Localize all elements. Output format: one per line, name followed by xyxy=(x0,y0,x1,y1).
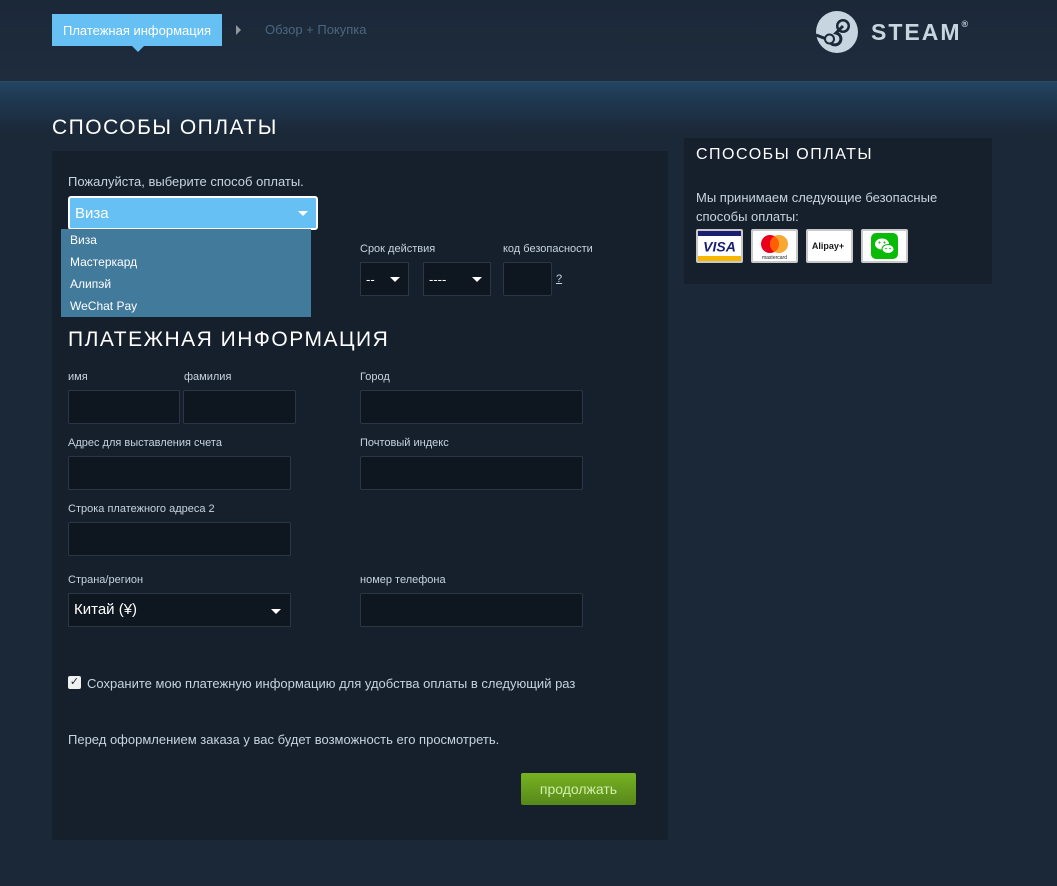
dropdown-option-alipay[interactable]: Алипэй xyxy=(61,273,311,295)
first-name-input[interactable] xyxy=(68,390,180,424)
billing-address2-input[interactable] xyxy=(68,522,291,556)
chevron-down-icon xyxy=(298,211,308,216)
visa-card-icon: VISA xyxy=(696,229,743,263)
dropdown-option-wechat-pay[interactable]: WeChat Pay xyxy=(61,295,311,317)
security-code-help-link[interactable]: ? xyxy=(556,273,562,285)
review-note: Перед оформлением заказа у вас будет воз… xyxy=(68,732,500,747)
chevron-down-icon xyxy=(390,277,400,282)
zip-input[interactable] xyxy=(360,456,583,490)
visa-logo-text: VISA xyxy=(703,239,736,255)
wechat-pay-card-icon xyxy=(861,229,908,263)
chevron-down-icon xyxy=(472,277,482,282)
security-code-input[interactable] xyxy=(503,262,552,296)
save-info-checkbox[interactable]: ✓ xyxy=(68,676,81,689)
payment-method-dropdown: Виза Мастеркард Алипэй WeChat Pay xyxy=(61,229,311,317)
steam-logo: STEAM® xyxy=(815,10,968,54)
zip-label: Почтовый индекс xyxy=(360,437,449,449)
step-review-purchase: Обзор + Покупка xyxy=(265,22,367,37)
billing-address-label: Адрес для выставления счета xyxy=(68,437,222,449)
country-value: Китай (¥) xyxy=(74,601,138,618)
payment-method-value: Виза xyxy=(75,205,109,222)
accepted-methods-title: СПОСОБЫ ОПЛАТЫ xyxy=(696,146,874,163)
phone-label: номер телефона xyxy=(360,574,446,586)
dropdown-option-mastercard[interactable]: Мастеркард xyxy=(61,251,311,273)
accepted-methods-text: Мы принимаем следующие безопасные способ… xyxy=(696,190,938,224)
billing-info-title: ПЛАТЕЖНАЯ ИНФОРМАЦИЯ xyxy=(68,328,390,351)
save-info-label[interactable]: Сохраните мою платежную информацию для у… xyxy=(87,676,575,691)
security-code-label: код безопасности xyxy=(503,243,593,255)
city-label: Город xyxy=(360,371,390,383)
steam-logo-icon xyxy=(815,11,858,53)
expiration-label: Срок действия xyxy=(360,243,436,255)
continue-button[interactable]: продолжать xyxy=(521,773,636,805)
expiration-month-select[interactable]: -- xyxy=(360,262,409,296)
expiration-year-select[interactable]: ---- xyxy=(423,262,491,296)
last-name-input[interactable] xyxy=(183,390,296,424)
alipay-logo-text: Alipay+ xyxy=(812,241,844,251)
chevron-down-icon xyxy=(271,609,281,614)
page-title: СПОСОБЫ ОПЛАТЫ xyxy=(52,116,278,139)
mastercard-logo-text: mastercard xyxy=(762,255,787,261)
city-input[interactable] xyxy=(360,390,583,424)
step-payment-info: Платежная информация xyxy=(52,14,222,52)
expiration-month-value: -- xyxy=(366,272,375,287)
payment-method-label: Пожалуйста, выберите способ оплаты. xyxy=(68,174,304,189)
last-name-label: фамилия xyxy=(184,371,232,383)
phone-input[interactable] xyxy=(360,593,583,627)
alipay-card-icon: Alipay+ xyxy=(806,229,853,263)
dropdown-option-visa[interactable]: Виза xyxy=(61,229,311,251)
billing-address2-label: Строка платежного адреса 2 xyxy=(68,503,215,515)
country-label: Страна/регион xyxy=(68,574,144,586)
payment-method-select[interactable]: Виза xyxy=(68,196,318,230)
first-name-label: имя xyxy=(68,371,88,383)
billing-address-input[interactable] xyxy=(68,456,291,490)
expiration-year-value: ---- xyxy=(429,272,447,287)
steam-logo-text: STEAM xyxy=(871,18,962,45)
mastercard-card-icon: mastercard xyxy=(751,229,798,263)
step-arrow-icon xyxy=(236,25,241,35)
country-select[interactable]: Китай (¥) xyxy=(68,593,291,627)
